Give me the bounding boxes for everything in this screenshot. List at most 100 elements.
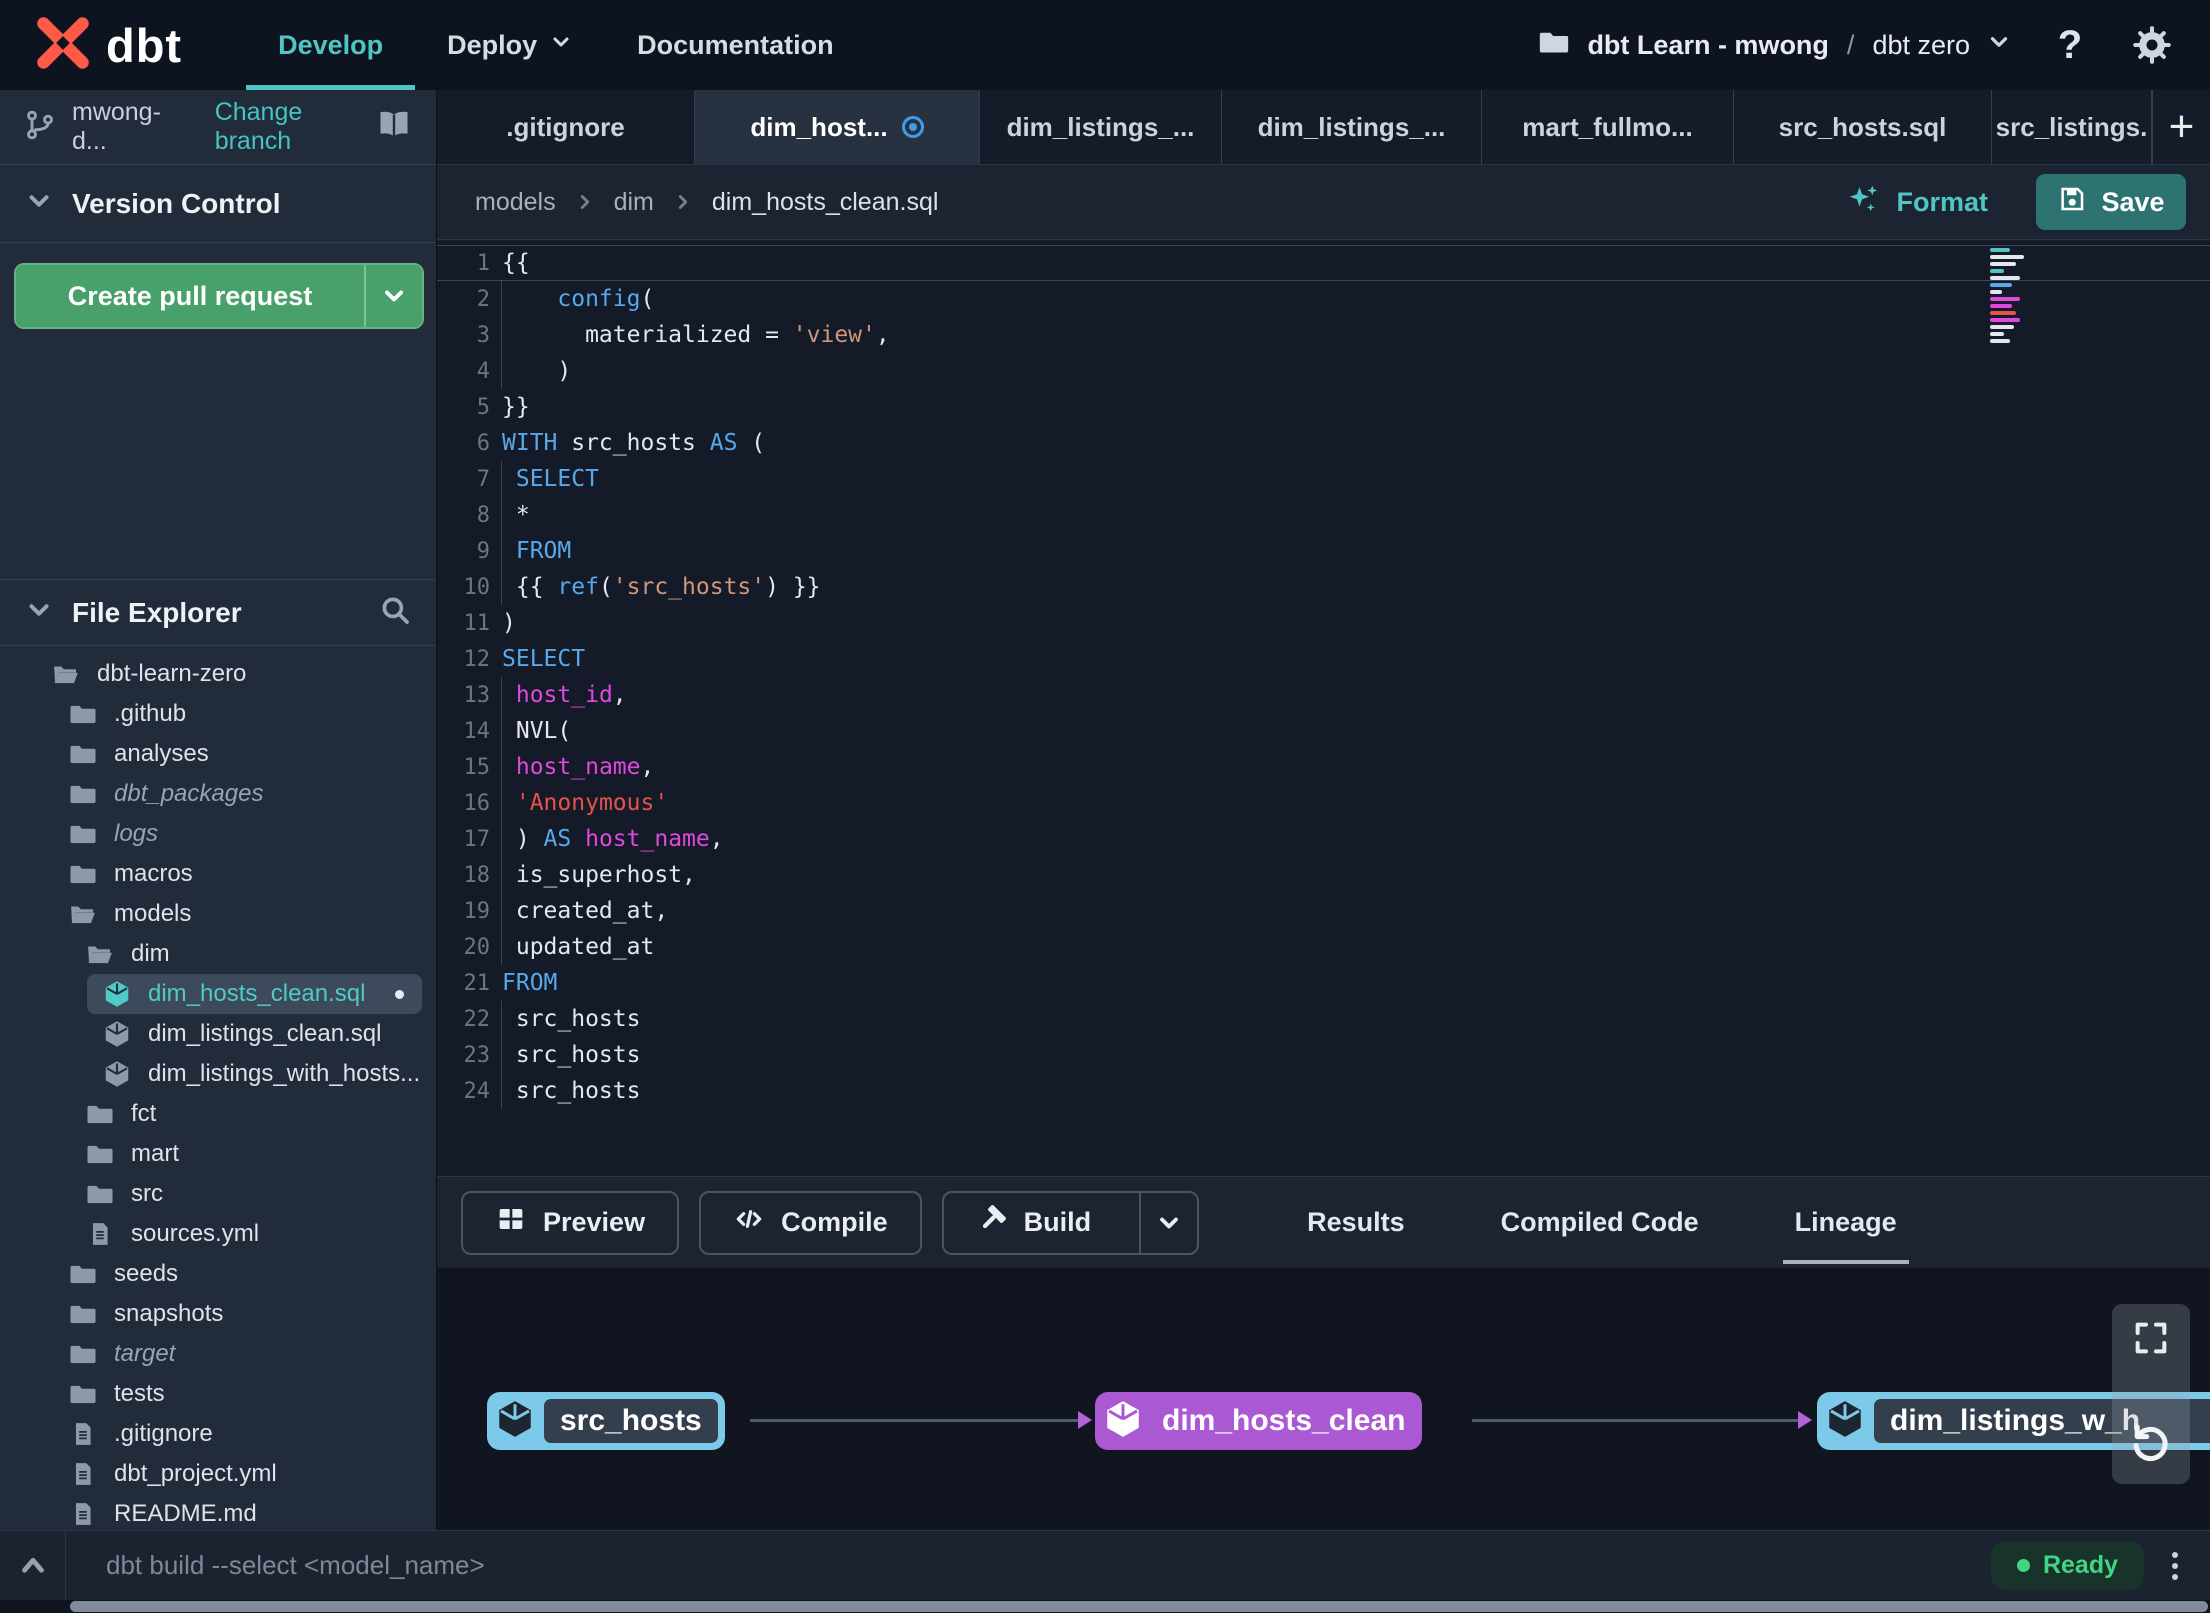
file-tree-item[interactable]: dim_listings_with_hosts... [0, 1054, 436, 1094]
top-nav-right: dbt Learn - mwong / dbt zero ? [1537, 0, 2176, 90]
code-line[interactable]: 6 WITH src_hosts AS ( [437, 425, 2210, 461]
help-button[interactable]: ? [2046, 21, 2094, 69]
brand[interactable]: dbt [34, 0, 182, 90]
file-tree-item[interactable]: models [0, 894, 436, 934]
file-tree-item[interactable]: snapshots [0, 1294, 436, 1334]
version-control-header[interactable]: Version Control [0, 165, 436, 243]
editor-tab[interactable]: src_listings. [1992, 90, 2152, 164]
overflow-menu-button[interactable] [2164, 1544, 2186, 1588]
compile-button[interactable]: Compile [699, 1190, 922, 1255]
lineage-node-src-hosts[interactable]: src_hosts [487, 1392, 725, 1450]
command-input[interactable]: dbt build --select <model_name> [106, 1550, 485, 1581]
code-line[interactable]: 15 host_name, [437, 749, 2210, 785]
code-line[interactable]: 18 is_superhost, [437, 857, 2210, 893]
file-tree-item[interactable]: dim [0, 934, 436, 974]
code-line[interactable]: 10 {{ ref('src_hosts') }} [437, 569, 2210, 605]
file-tree-item[interactable]: dim_hosts_clean.sql [87, 974, 422, 1014]
editor-tab[interactable]: dim_listings_... [1222, 90, 1482, 164]
code-line[interactable]: 7 SELECT [437, 461, 2210, 497]
code-line[interactable]: 12 SELECT [437, 641, 2210, 677]
file-search-icon[interactable] [378, 593, 412, 632]
code-line[interactable]: 5}} [437, 389, 2210, 425]
create-pull-request-dropdown[interactable] [364, 265, 422, 327]
folder-icon [67, 1339, 99, 1369]
code-line[interactable]: 17 ) AS host_name, [437, 821, 2210, 857]
code-line[interactable]: 21 FROM [437, 965, 2210, 1001]
file-tree-item[interactable]: dbt-learn-zero [0, 654, 436, 694]
nav-item-deploy[interactable]: Deploy [415, 0, 605, 90]
build-dropdown-button[interactable] [1139, 1192, 1197, 1253]
file-tree-item[interactable]: README.md [0, 1494, 436, 1530]
file-tree-item[interactable]: .github [0, 694, 436, 734]
code-line[interactable]: 1 {{ [437, 245, 2210, 281]
lineage-node-dim-hosts-clean[interactable]: dim_hosts_clean [1095, 1392, 1423, 1450]
editor-tab[interactable]: mart_fullmo... [1482, 90, 1734, 164]
code-line[interactable]: 13 host_id, [437, 677, 2210, 713]
editor-tab[interactable]: dim_host... [695, 90, 980, 164]
code-line[interactable]: 19 created_at, [437, 893, 2210, 929]
file-explorer-header[interactable]: File Explorer [0, 580, 436, 646]
format-button[interactable]: Format [1846, 181, 1988, 224]
create-pull-request-button[interactable]: Create pull request [14, 263, 424, 329]
code-line[interactable]: 8 * [437, 497, 2210, 533]
file-tree-item[interactable]: dim_listings_clean.sql [0, 1014, 436, 1054]
code-line[interactable]: 20 updated_at [437, 929, 2210, 965]
editor-tab[interactable]: dim_listings_... [980, 90, 1222, 164]
code-line[interactable]: 14 NVL( [437, 713, 2210, 749]
file-tree-item[interactable]: macros [0, 854, 436, 894]
change-branch-link[interactable]: Change branch [215, 98, 376, 156]
save-button[interactable]: Save [2036, 174, 2186, 230]
tab-lineage[interactable]: Lineage [1782, 1207, 1909, 1264]
file-tree-item[interactable]: target [0, 1334, 436, 1374]
new-tab-button[interactable]: + [2152, 90, 2210, 164]
code-line[interactable]: 22 src_hosts [437, 1001, 2210, 1037]
code-line[interactable]: 16 'Anonymous' [437, 785, 2210, 821]
file-tree-item[interactable]: seeds [0, 1254, 436, 1294]
code-editor[interactable]: 1{{2 config(3 materialized = 'view', 4 ) 5… [437, 240, 2210, 1176]
model-cube-icon [101, 1019, 133, 1049]
folder-icon [67, 1299, 99, 1329]
file-tree-item[interactable]: logs [0, 814, 436, 854]
file-tree-item[interactable]: src [0, 1174, 436, 1214]
code-line[interactable]: 4 ) [437, 353, 2210, 389]
build-button[interactable]: Build [944, 1193, 1124, 1253]
reset-zoom-icon[interactable] [2128, 1419, 2174, 1470]
horizontal-scrollbar[interactable] [70, 1601, 2208, 1612]
editor-tab-bar: .gitignore dim_host... dim_listings_... dim… [437, 90, 2210, 165]
file-tree-item[interactable]: mart [0, 1134, 436, 1174]
line-number: 10 [463, 574, 491, 600]
file-tree-item[interactable]: .gitignore [0, 1414, 436, 1454]
brand-name: dbt [106, 18, 183, 72]
nav-item-develop[interactable]: Develop [246, 0, 416, 90]
breadcrumb-item[interactable]: models [475, 188, 556, 217]
code-line[interactable]: 11) [437, 605, 2210, 641]
project-switcher[interactable]: dbt Learn - mwong / dbt zero [1537, 25, 2012, 66]
file-tree-item-label: README.md [114, 1500, 257, 1527]
code-text: ) AS host_name, [501, 821, 724, 857]
docs-book-icon[interactable] [376, 107, 412, 148]
lineage-canvas[interactable]: src_hosts dim_hosts_clean dim_listings_w… [437, 1268, 2210, 1530]
file-tree-item[interactable]: dbt_packages [0, 774, 436, 814]
file-tree-item[interactable]: analyses [0, 734, 436, 774]
editor-tab[interactable]: src_hosts.sql [1734, 90, 1992, 164]
settings-gear-button[interactable] [2128, 21, 2176, 69]
minimap[interactable] [1990, 248, 2038, 343]
code-line[interactable]: 24 src_hosts [437, 1073, 2210, 1109]
folder-icon [67, 1259, 99, 1289]
expand-panel-button[interactable] [0, 1531, 66, 1600]
tab-compiled-code[interactable]: Compiled Code [1501, 1207, 1699, 1238]
tab-results[interactable]: Results [1307, 1207, 1405, 1238]
file-tree-item[interactable]: dbt_project.yml [0, 1454, 436, 1494]
code-line[interactable]: 9 FROM [437, 533, 2210, 569]
fullscreen-icon[interactable] [2131, 1318, 2171, 1363]
code-line[interactable]: 23 src_hosts [437, 1037, 2210, 1073]
code-line[interactable]: 3 materialized = 'view', [437, 317, 2210, 353]
nav-item-documentation[interactable]: Documentation [605, 0, 866, 90]
file-tree-item[interactable]: sources.yml [0, 1214, 436, 1254]
editor-tab[interactable]: .gitignore [437, 90, 695, 164]
breadcrumb-item[interactable]: dim [614, 188, 654, 217]
file-tree-item[interactable]: fct [0, 1094, 436, 1134]
file-tree-item[interactable]: tests [0, 1374, 436, 1414]
code-line[interactable]: 2 config( [437, 281, 2210, 317]
preview-button[interactable]: Preview [461, 1190, 680, 1255]
